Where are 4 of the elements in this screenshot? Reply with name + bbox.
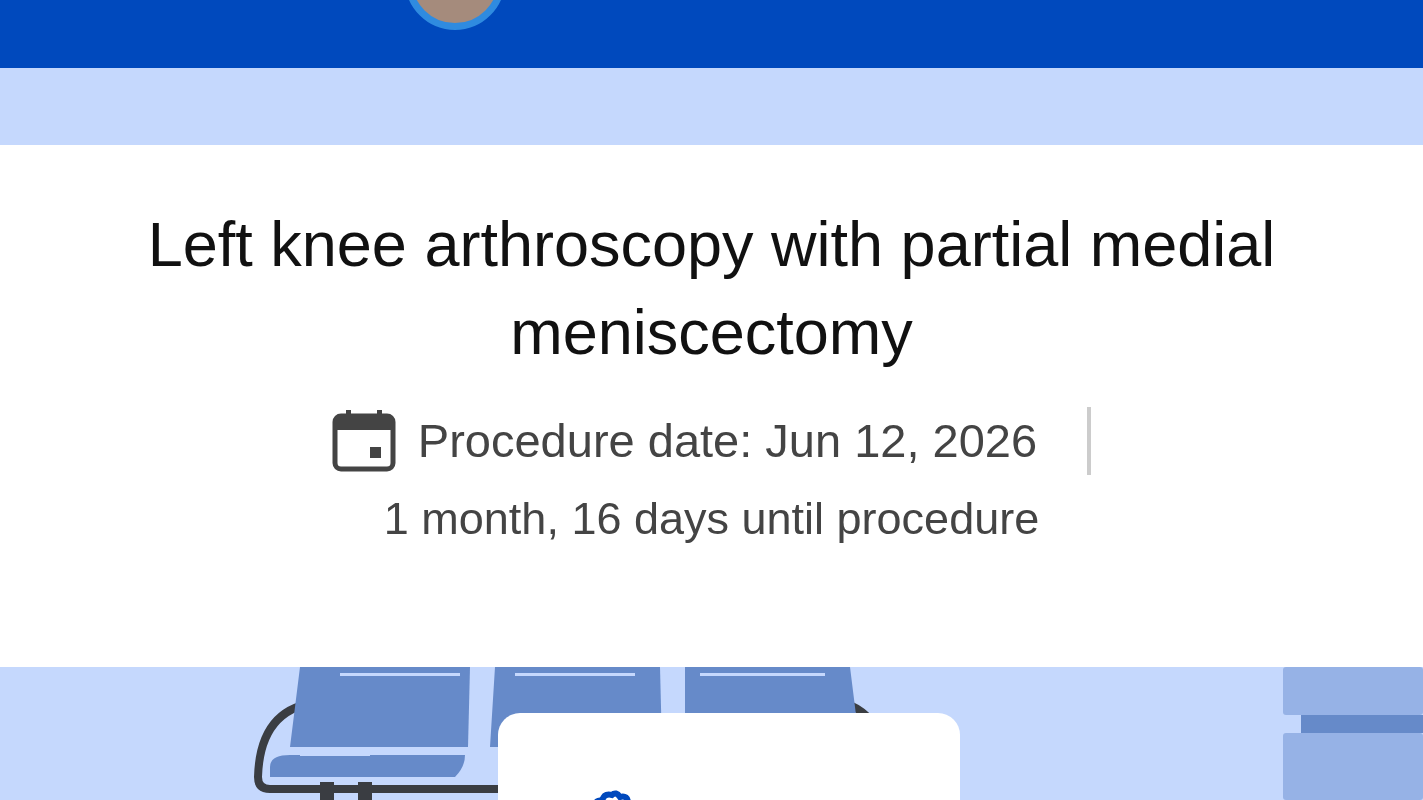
calendar-icon	[331, 410, 396, 473]
procedure-date: Procedure date: Jun 12, 2026	[417, 413, 1038, 469]
procedure-title: Left knee arthroscopy with partial medial meniscectomy	[146, 208, 1277, 369]
countdown-text: 1 month, 16 days until procedure	[382, 491, 1041, 546]
